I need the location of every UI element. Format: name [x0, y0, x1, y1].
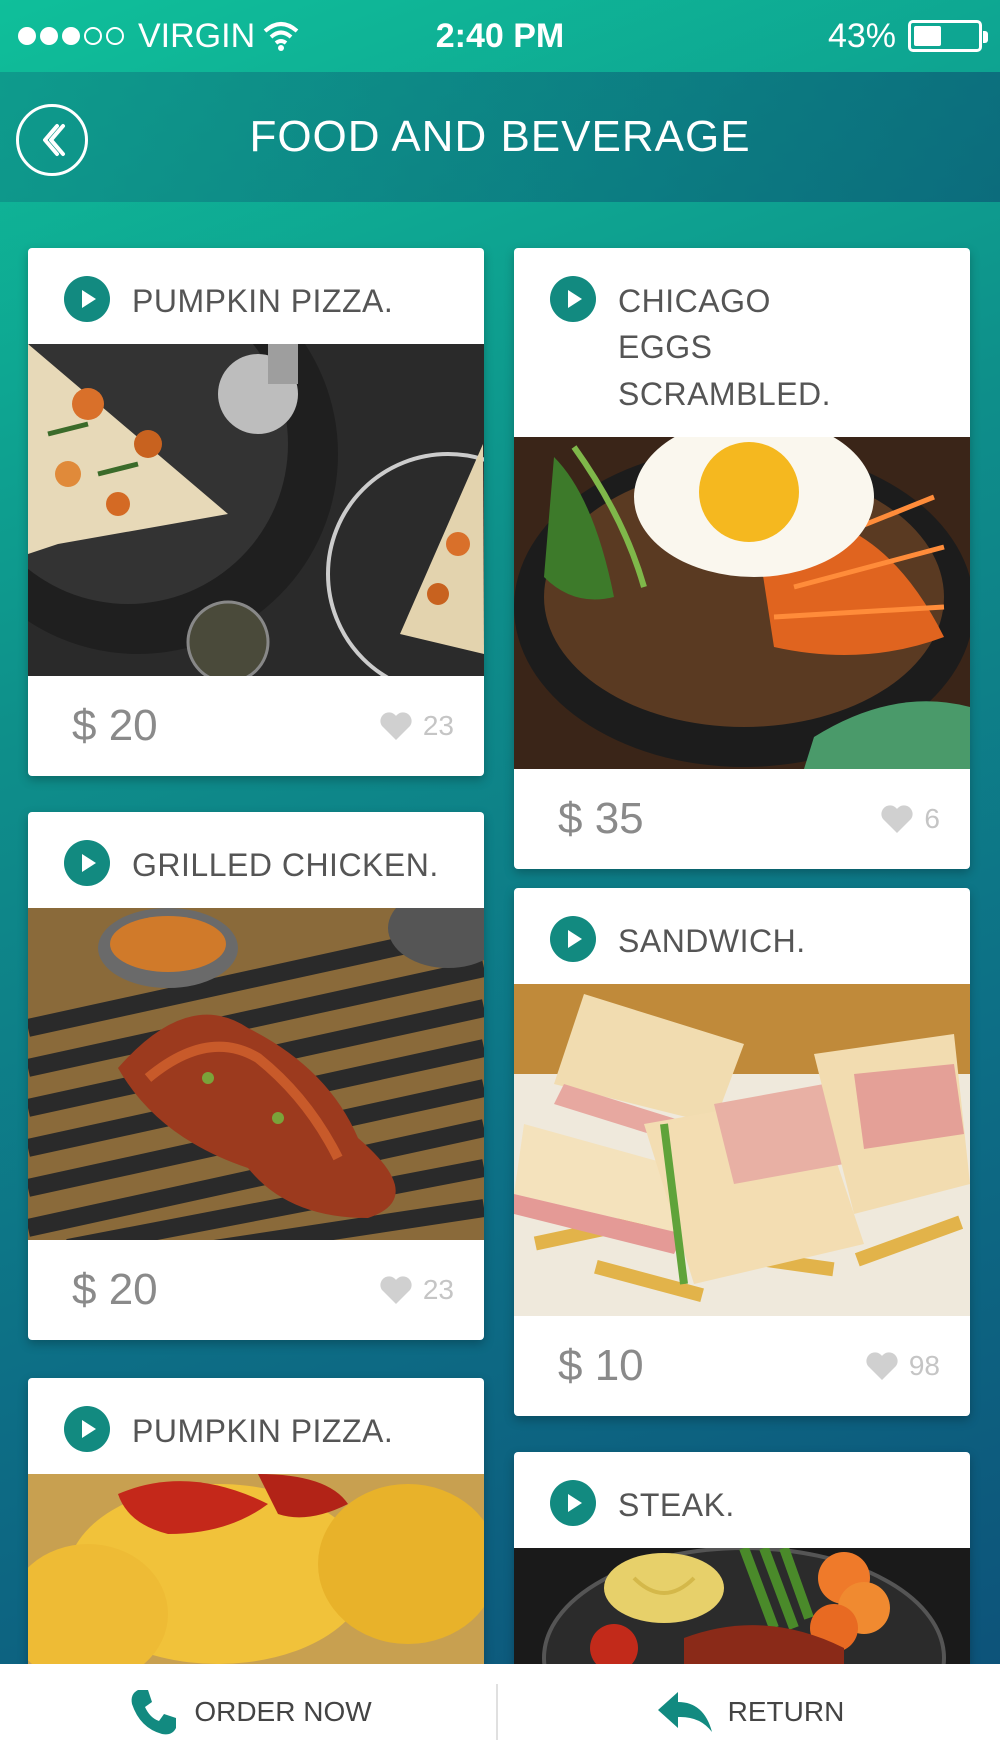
like-count: 6: [924, 803, 940, 835]
card-title: PUMPKIN PIZZA.: [132, 1413, 394, 1449]
card-header: PUMPKIN PIZZA.: [28, 248, 484, 344]
order-now-button[interactable]: ORDER NOW: [0, 1686, 500, 1738]
card-footer: $ 20 23: [28, 676, 484, 776]
divider: [496, 1684, 498, 1740]
card-header: STEAK.: [514, 1452, 970, 1548]
heart-icon[interactable]: [379, 1275, 413, 1305]
heart-icon[interactable]: [880, 804, 914, 834]
menu-card[interactable]: PUMPKIN PIZZA. $ 20 23: [28, 248, 484, 777]
status-right: 43%: [827, 16, 988, 56]
play-icon[interactable]: [64, 840, 110, 886]
status-bar: VIRGIN 2:40 PM 43%: [0, 0, 1000, 72]
play-icon[interactable]: [64, 1406, 110, 1452]
battery-percent: 43%: [827, 16, 896, 55]
likes[interactable]: 6: [880, 803, 940, 835]
carrier-label: VIRGIN: [138, 16, 256, 55]
menu-card[interactable]: CHICAGO EGGS SCRAMBLED. $ 35 6: [514, 248, 970, 870]
heart-icon[interactable]: [379, 711, 413, 741]
pizza-photo[interactable]: [28, 344, 484, 677]
menu-card[interactable]: PUMPKIN PIZZA.: [28, 1378, 484, 1678]
price: $ 10: [558, 1341, 644, 1391]
card-title: CHICAGO EGGS SCRAMBLED.: [618, 283, 832, 412]
order-now-label: ORDER NOW: [194, 1696, 372, 1727]
likes[interactable]: 98: [865, 1350, 940, 1382]
likes[interactable]: 23: [379, 710, 454, 742]
back-button[interactable]: [16, 104, 88, 176]
price: $ 35: [558, 794, 644, 844]
like-count: 23: [422, 710, 454, 742]
grilled-meat-photo[interactable]: [28, 908, 484, 1241]
return-label: RETURN: [727, 1696, 845, 1727]
play-icon[interactable]: [550, 916, 596, 962]
play-icon[interactable]: [64, 276, 110, 322]
likes[interactable]: 23: [379, 1274, 454, 1306]
card-title: GRILLED CHICKEN.: [132, 847, 439, 883]
reply-arrow-icon: [657, 1692, 712, 1732]
card-header: GRILLED CHICKEN.: [28, 812, 484, 908]
like-count: 98: [908, 1350, 940, 1382]
like-count: 23: [422, 1274, 454, 1306]
signal-strength-icon: [18, 27, 124, 45]
card-footer: $ 10 98: [514, 1316, 970, 1416]
card-title: STEAK.: [618, 1487, 735, 1523]
return-button[interactable]: RETURN: [500, 1690, 1000, 1734]
price: $ 20: [72, 701, 158, 751]
bibimbap-photo[interactable]: [514, 437, 970, 770]
wifi-icon: [263, 22, 299, 51]
play-icon[interactable]: [550, 276, 596, 322]
card-footer: $ 35 6: [514, 769, 970, 869]
page-title: FOOD AND BEVERAGE: [249, 112, 751, 161]
card-title: SANDWICH.: [618, 923, 806, 959]
card-title: PUMPKIN PIZZA.: [132, 283, 394, 319]
menu-card[interactable]: STEAK.: [514, 1452, 970, 1678]
steak-plate-photo[interactable]: [514, 1548, 970, 1675]
battery-icon: [908, 20, 988, 52]
phone-icon: [131, 1690, 177, 1735]
card-header: CHICAGO EGGS SCRAMBLED.: [514, 248, 970, 437]
heart-icon[interactable]: [865, 1351, 899, 1381]
app-header: FOOD AND BEVERAGE: [0, 72, 1000, 202]
card-footer: $ 20 23: [28, 1240, 484, 1340]
play-icon[interactable]: [550, 1480, 596, 1526]
status-left: VIRGIN: [18, 17, 299, 56]
card-header: SANDWICH.: [514, 888, 970, 984]
card-header: PUMPKIN PIZZA.: [28, 1378, 484, 1474]
menu-card[interactable]: SANDWICH. $ 10 98: [514, 888, 970, 1417]
club-sandwich-photo[interactable]: [514, 984, 970, 1317]
chevron-left-icon: [43, 124, 65, 156]
bottom-action-bar: ORDER NOW RETURN: [0, 1664, 1000, 1760]
battery-level: [914, 26, 941, 46]
price: $ 20: [72, 1265, 158, 1315]
menu-card[interactable]: GRILLED CHICKEN. $ 20 23: [28, 812, 484, 1341]
croquette-photo[interactable]: [28, 1474, 484, 1675]
